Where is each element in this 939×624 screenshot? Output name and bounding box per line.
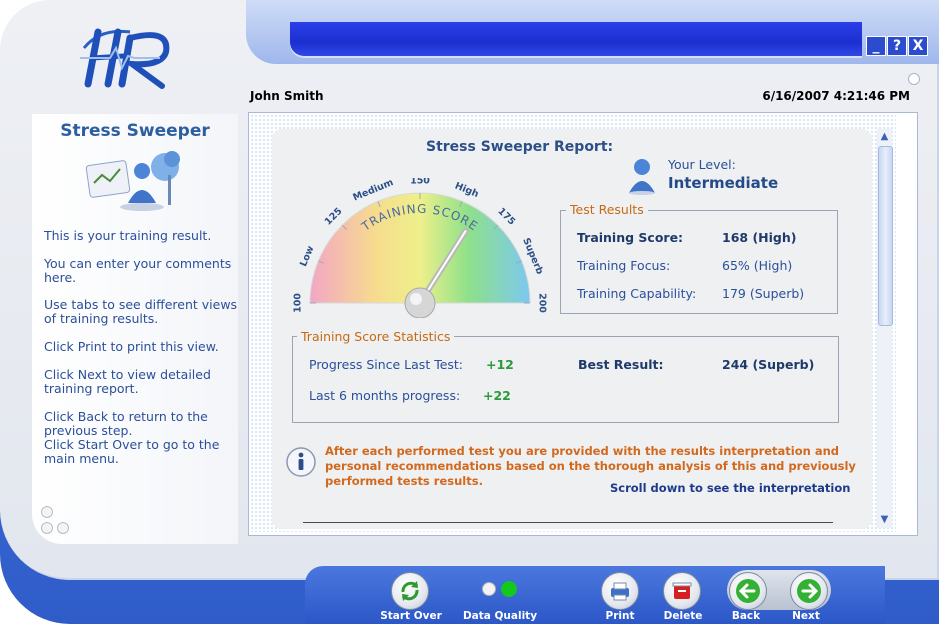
scroll-down-icon[interactable]: ▼	[877, 513, 892, 527]
help-text-2: You can enter your comments here.	[44, 256, 232, 285]
back-button[interactable]	[729, 572, 767, 610]
user-level-icon	[629, 159, 655, 195]
training-capability-value: 179 (Superb)	[722, 286, 805, 301]
decor-circle	[908, 73, 920, 85]
six-month-label: Last 6 months progress:	[309, 388, 461, 403]
training-score-value: 168 (High)	[722, 230, 797, 245]
next-button[interactable]	[790, 572, 828, 610]
close-button[interactable]: X	[908, 36, 928, 56]
six-month-value: +22	[483, 388, 511, 403]
test-results-title: Test Results	[566, 202, 648, 217]
level-value: Intermediate	[668, 174, 779, 192]
gauge-tick-label: 200	[537, 293, 548, 313]
gauge-tick-label: 175	[495, 206, 517, 228]
scroll-down-link[interactable]: Scroll down to see the interpretation	[610, 481, 850, 495]
training-score-label: Training Score:	[577, 230, 684, 245]
divider	[303, 522, 833, 523]
printer-icon	[611, 582, 629, 601]
training-focus-label: Training Focus:	[577, 258, 671, 273]
datetime: 6/16/2007 4:21:46 PM	[762, 89, 910, 103]
print-button[interactable]	[601, 572, 639, 610]
user-name: John Smith	[250, 89, 324, 103]
gauge-hub-highlight	[410, 293, 422, 305]
module-title: Stress Sweeper	[60, 121, 210, 141]
help-button[interactable]: ?	[887, 36, 907, 56]
title-strip	[290, 22, 862, 56]
refresh-icon	[401, 581, 419, 601]
help-text-5: Click Next to view detailed training rep…	[44, 367, 211, 396]
training-focus-value: 65% (High)	[722, 258, 793, 273]
decor-circle	[41, 522, 53, 534]
data-quality-label: Data Quality	[462, 610, 538, 622]
start-over-button[interactable]	[391, 572, 429, 610]
help-text-7: Click Start Over to go to the main menu.	[44, 437, 220, 466]
decor-circle	[41, 506, 53, 518]
minimize-button[interactable]: _	[866, 36, 886, 56]
level-label: Your Level:	[668, 157, 736, 172]
report-title: Stress Sweeper Report:	[426, 139, 614, 155]
stress-sweeper-icon	[85, 151, 180, 211]
delete-button[interactable]	[663, 572, 701, 610]
hr-logo	[80, 28, 170, 89]
gauge-tick-label: 150	[410, 178, 430, 187]
scroll-up-icon[interactable]: ▲	[877, 130, 892, 144]
training-capability-label: Training Capability:	[577, 286, 697, 301]
help-text-3: Use tabs to see different views of train…	[44, 297, 238, 326]
gauge-tick-label: 125	[323, 206, 345, 228]
gauge-tick-label: 100	[293, 293, 304, 313]
delete-icon	[672, 582, 692, 599]
statistics-group	[292, 336, 839, 423]
arrow-right-icon	[797, 579, 821, 603]
next-label: Next	[792, 610, 820, 622]
info-icon	[286, 447, 316, 477]
progress-label: Progress Since Last Test:	[309, 357, 464, 372]
help-text-4: Click Print to print this view.	[44, 339, 219, 354]
help-text-6: Click Back to return to the previous ste…	[44, 409, 208, 438]
best-result-label: Best Result:	[578, 357, 664, 372]
best-result-value: 244 (Superb)	[722, 357, 815, 372]
progress-value: +12	[486, 357, 514, 372]
help-text-1: This is your training result.	[44, 228, 212, 243]
arrow-left-icon	[736, 579, 760, 603]
data-quality-indicator	[482, 581, 517, 597]
scrollbar-thumb[interactable]	[878, 146, 893, 326]
start-over-label: Start Over	[380, 610, 442, 622]
statistics-title: Training Score Statistics	[297, 329, 455, 344]
decor-circle	[57, 522, 69, 534]
gauge-tick-label: High	[453, 180, 480, 200]
training-score-gauge: TRAINING SCORE 100Low125Medium 150 High175…	[293, 178, 548, 318]
gauge-tick-label: Low	[298, 244, 316, 268]
